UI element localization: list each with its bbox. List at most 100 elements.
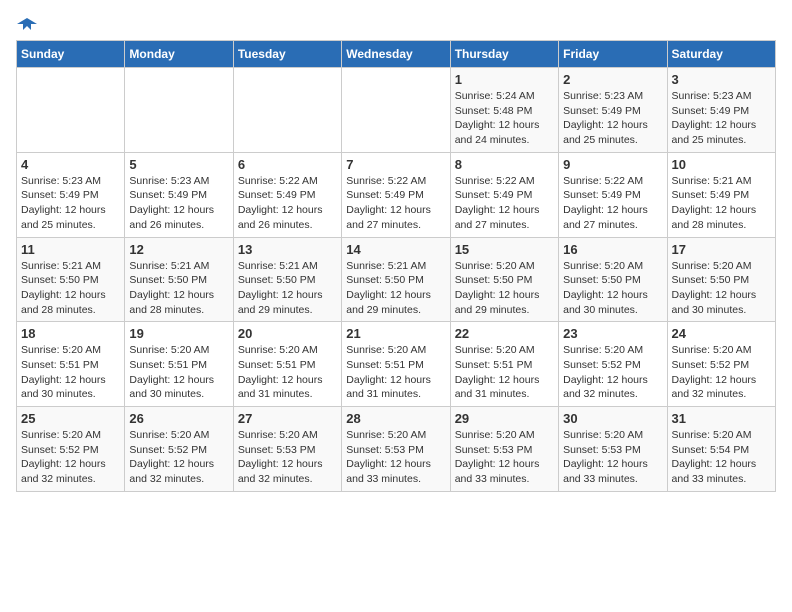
day-info: Sunrise: 5:22 AM Sunset: 5:49 PM Dayligh… <box>455 174 554 233</box>
calendar-cell: 28Sunrise: 5:20 AM Sunset: 5:53 PM Dayli… <box>342 407 450 492</box>
calendar-week-row: 1 Sunrise: 5:24 AM Sunset: 5:48 PM Daylig… <box>17 68 776 153</box>
calendar-cell: 4Sunrise: 5:23 AM Sunset: 5:49 PM Daylig… <box>17 152 125 237</box>
day-info: Sunrise: 5:20 AM Sunset: 5:52 PM Dayligh… <box>563 343 662 402</box>
day-of-week-header: Saturday <box>667 41 775 68</box>
day-number: 17 <box>672 242 771 257</box>
calendar-cell: 26 Sunrise: 5:20 AM Sunset: 5:52 PM Dayli… <box>125 407 233 492</box>
calendar-week-row: 25 Sunrise: 5:20 AM Sunset: 5:52 PM Dayli… <box>17 407 776 492</box>
calendar-cell: 27Sunrise: 5:20 AM Sunset: 5:53 PM Dayli… <box>233 407 341 492</box>
day-info: Sunrise: 5:20 AM Sunset: 5:54 PM Dayligh… <box>672 428 771 487</box>
day-number: 11 <box>21 242 120 257</box>
calendar-cell: 16Sunrise: 5:20 AM Sunset: 5:50 PM Dayli… <box>559 237 667 322</box>
calendar-cell: 10 Sunrise: 5:21 AM Sunset: 5:49 PM Dayli… <box>667 152 775 237</box>
calendar-cell: 6 Sunrise: 5:22 AM Sunset: 5:49 PM Daylig… <box>233 152 341 237</box>
day-number: 7 <box>346 157 445 172</box>
day-info: Sunrise: 5:22 AM Sunset: 5:49 PM Dayligh… <box>346 174 445 233</box>
calendar-cell: 9 Sunrise: 5:22 AM Sunset: 5:49 PM Daylig… <box>559 152 667 237</box>
day-info: Sunrise: 5:21 AM Sunset: 5:50 PM Dayligh… <box>238 259 337 318</box>
calendar-cell: 14 Sunrise: 5:21 AM Sunset: 5:50 PM Dayli… <box>342 237 450 322</box>
calendar-cell: 11 Sunrise: 5:21 AM Sunset: 5:50 PM Dayli… <box>17 237 125 322</box>
calendar-cell <box>342 68 450 153</box>
day-info: Sunrise: 5:21 AM Sunset: 5:49 PM Dayligh… <box>672 174 771 233</box>
day-info: Sunrise: 5:21 AM Sunset: 5:50 PM Dayligh… <box>346 259 445 318</box>
day-info: Sunrise: 5:20 AM Sunset: 5:50 PM Dayligh… <box>455 259 554 318</box>
day-number: 12 <box>129 242 228 257</box>
day-number: 20 <box>238 326 337 341</box>
day-number: 31 <box>672 411 771 426</box>
day-number: 2 <box>563 72 662 87</box>
day-number: 15 <box>455 242 554 257</box>
day-info: Sunrise: 5:22 AM Sunset: 5:49 PM Dayligh… <box>238 174 337 233</box>
day-info: Sunrise: 5:23 AM Sunset: 5:49 PM Dayligh… <box>129 174 228 233</box>
calendar-week-row: 11 Sunrise: 5:21 AM Sunset: 5:50 PM Dayli… <box>17 237 776 322</box>
calendar-cell <box>125 68 233 153</box>
day-info: Sunrise: 5:20 AM Sunset: 5:52 PM Dayligh… <box>21 428 120 487</box>
day-number: 14 <box>346 242 445 257</box>
calendar-cell: 20 Sunrise: 5:20 AM Sunset: 5:51 PM Dayli… <box>233 322 341 407</box>
calendar-cell: 19 Sunrise: 5:20 AM Sunset: 5:51 PM Dayli… <box>125 322 233 407</box>
day-info: Sunrise: 5:21 AM Sunset: 5:50 PM Dayligh… <box>21 259 120 318</box>
calendar-cell <box>17 68 125 153</box>
page-header <box>16 16 776 32</box>
day-info: Sunrise: 5:20 AM Sunset: 5:50 PM Dayligh… <box>563 259 662 318</box>
calendar-cell: 24Sunrise: 5:20 AM Sunset: 5:52 PM Dayli… <box>667 322 775 407</box>
day-info: Sunrise: 5:20 AM Sunset: 5:51 PM Dayligh… <box>129 343 228 402</box>
calendar-cell: 5 Sunrise: 5:23 AM Sunset: 5:49 PM Daylig… <box>125 152 233 237</box>
day-info: Sunrise: 5:20 AM Sunset: 5:51 PM Dayligh… <box>346 343 445 402</box>
calendar-cell: 25 Sunrise: 5:20 AM Sunset: 5:52 PM Dayli… <box>17 407 125 492</box>
calendar-cell: 2 Sunrise: 5:23 AM Sunset: 5:49 PM Daylig… <box>559 68 667 153</box>
day-number: 24 <box>672 326 771 341</box>
day-info: Sunrise: 5:23 AM Sunset: 5:49 PM Dayligh… <box>672 89 771 148</box>
day-info: Sunrise: 5:20 AM Sunset: 5:52 PM Dayligh… <box>129 428 228 487</box>
day-number: 28 <box>346 411 445 426</box>
calendar-cell: 17 Sunrise: 5:20 AM Sunset: 5:50 PM Dayli… <box>667 237 775 322</box>
calendar-table: SundayMondayTuesdayWednesdayThursdayFrid… <box>16 40 776 492</box>
day-number: 22 <box>455 326 554 341</box>
calendar-cell: 30 Sunrise: 5:20 AM Sunset: 5:53 PM Dayli… <box>559 407 667 492</box>
day-number: 30 <box>563 411 662 426</box>
calendar-week-row: 4Sunrise: 5:23 AM Sunset: 5:49 PM Daylig… <box>17 152 776 237</box>
day-info: Sunrise: 5:20 AM Sunset: 5:53 PM Dayligh… <box>563 428 662 487</box>
day-number: 8 <box>455 157 554 172</box>
calendar-header-row: SundayMondayTuesdayWednesdayThursdayFrid… <box>17 41 776 68</box>
day-of-week-header: Wednesday <box>342 41 450 68</box>
calendar-cell: 8 Sunrise: 5:22 AM Sunset: 5:49 PM Daylig… <box>450 152 558 237</box>
day-number: 19 <box>129 326 228 341</box>
day-info: Sunrise: 5:24 AM Sunset: 5:48 PM Dayligh… <box>455 89 554 148</box>
day-number: 23 <box>563 326 662 341</box>
calendar-cell: 15 Sunrise: 5:20 AM Sunset: 5:50 PM Dayli… <box>450 237 558 322</box>
day-of-week-header: Thursday <box>450 41 558 68</box>
day-number: 21 <box>346 326 445 341</box>
day-of-week-header: Friday <box>559 41 667 68</box>
day-number: 6 <box>238 157 337 172</box>
day-number: 1 <box>455 72 554 87</box>
day-number: 27 <box>238 411 337 426</box>
calendar-cell: 3 Sunrise: 5:23 AM Sunset: 5:49 PM Daylig… <box>667 68 775 153</box>
day-number: 25 <box>21 411 120 426</box>
day-number: 3 <box>672 72 771 87</box>
day-number: 18 <box>21 326 120 341</box>
day-info: Sunrise: 5:20 AM Sunset: 5:51 PM Dayligh… <box>455 343 554 402</box>
day-info: Sunrise: 5:23 AM Sunset: 5:49 PM Dayligh… <box>563 89 662 148</box>
calendar-cell <box>233 68 341 153</box>
calendar-cell: 29Sunrise: 5:20 AM Sunset: 5:53 PM Dayli… <box>450 407 558 492</box>
day-info: Sunrise: 5:20 AM Sunset: 5:53 PM Dayligh… <box>455 428 554 487</box>
day-of-week-header: Sunday <box>17 41 125 68</box>
day-info: Sunrise: 5:20 AM Sunset: 5:51 PM Dayligh… <box>238 343 337 402</box>
calendar-cell: 13Sunrise: 5:21 AM Sunset: 5:50 PM Dayli… <box>233 237 341 322</box>
day-info: Sunrise: 5:20 AM Sunset: 5:50 PM Dayligh… <box>672 259 771 318</box>
day-number: 26 <box>129 411 228 426</box>
calendar-week-row: 18 Sunrise: 5:20 AM Sunset: 5:51 PM Dayli… <box>17 322 776 407</box>
calendar-cell: 18 Sunrise: 5:20 AM Sunset: 5:51 PM Dayli… <box>17 322 125 407</box>
calendar-cell: 22 Sunrise: 5:20 AM Sunset: 5:51 PM Dayli… <box>450 322 558 407</box>
logo-bird-icon <box>17 16 37 36</box>
logo <box>16 16 37 32</box>
day-number: 10 <box>672 157 771 172</box>
day-info: Sunrise: 5:20 AM Sunset: 5:51 PM Dayligh… <box>21 343 120 402</box>
day-info: Sunrise: 5:22 AM Sunset: 5:49 PM Dayligh… <box>563 174 662 233</box>
calendar-cell: 21 Sunrise: 5:20 AM Sunset: 5:51 PM Dayli… <box>342 322 450 407</box>
day-number: 9 <box>563 157 662 172</box>
calendar-cell: 31 Sunrise: 5:20 AM Sunset: 5:54 PM Dayli… <box>667 407 775 492</box>
day-number: 5 <box>129 157 228 172</box>
day-of-week-header: Tuesday <box>233 41 341 68</box>
